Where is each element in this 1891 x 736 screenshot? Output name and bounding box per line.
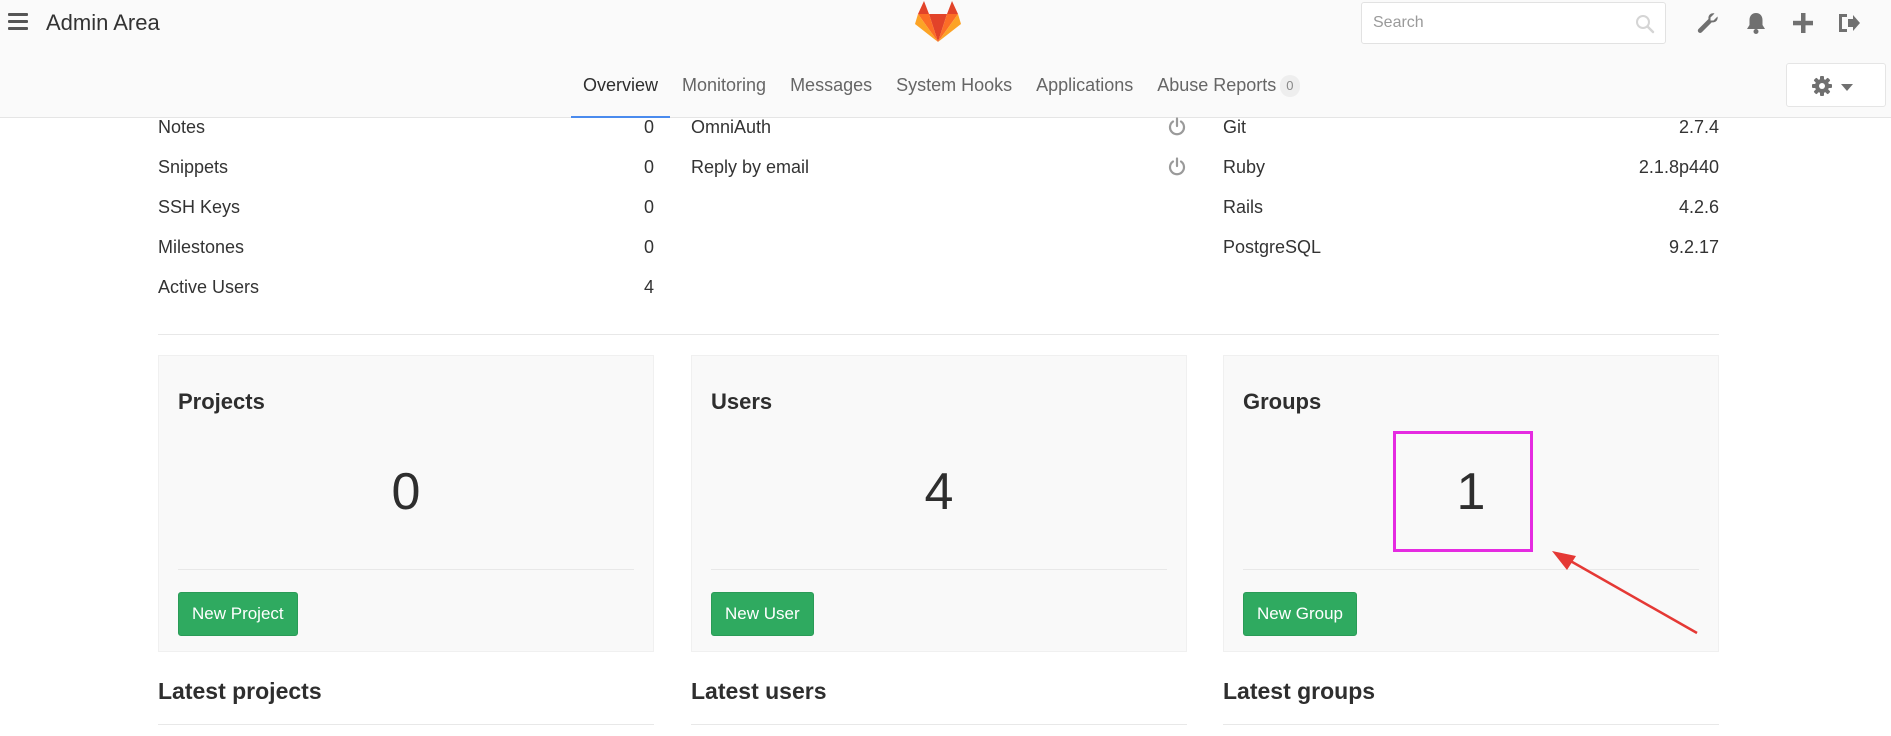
component-git: Git 2.7.4 [1223,117,1719,147]
stat-value: 4 [643,277,654,297]
component-version: 4.2.6 [1678,197,1719,217]
stat-milestones: Milestones 0 [158,237,654,267]
stat-value: 0 [643,197,654,217]
section-divider [1223,724,1719,725]
users-count: 4 [924,463,954,521]
search-box [1361,2,1666,44]
menu-icon[interactable] [8,13,30,31]
card-title: Users [711,389,773,414]
tab-system-hooks[interactable]: System Hooks [884,60,1024,118]
annotation-arrow [1552,551,1698,635]
latest-projects-heading: Latest projects [158,678,322,704]
component-label: Rails [1223,197,1264,217]
feature-label: OmniAuth [691,117,772,137]
abuse-reports-count-badge: 0 [1280,75,1300,97]
stat-value: 0 [643,237,654,257]
component-rails: Rails 4.2.6 [1223,197,1719,227]
page-title: Admin Area [46,10,160,35]
component-label: PostgreSQL [1223,237,1322,257]
caret-down-icon [1841,84,1853,91]
power-icon [1168,157,1186,176]
section-divider [691,724,1187,725]
feature-omniauth: OmniAuth [691,117,1187,147]
plus-icon[interactable] [1790,10,1816,36]
tab-messages[interactable]: Messages [778,60,884,118]
admin-tabs: Overview Monitoring Messages System Hook… [571,60,1312,118]
latest-users-heading: Latest users [691,678,827,704]
search-input[interactable] [1362,3,1622,43]
stat-snippets: Snippets 0 [158,157,654,187]
wrench-icon[interactable] [1695,10,1721,36]
component-label: Ruby [1223,157,1266,177]
power-icon [1168,117,1186,136]
component-version: 2.7.4 [1678,117,1719,137]
stat-label: Notes [158,117,206,137]
section-divider [158,334,1719,335]
settings-dropdown-button[interactable] [1786,63,1886,107]
annotation-highlight-box [1393,431,1533,552]
latest-groups-heading: Latest groups [1223,678,1376,704]
feature-reply-by-email: Reply by email [691,157,1187,187]
projects-card: Projects 0 New Project [158,355,654,652]
sign-out-icon[interactable] [1836,10,1862,36]
component-label: Git [1223,117,1247,137]
new-project-button[interactable]: New Project [178,592,298,636]
tab-overview[interactable]: Overview [571,60,671,118]
users-card: Users 4 New User [691,355,1187,652]
stat-value: 0 [643,157,654,177]
stat-active-users: Active Users 4 [158,277,654,307]
stat-label: Active Users [158,277,260,297]
tab-monitoring[interactable]: Monitoring [670,60,778,118]
stat-label: SSH Keys [158,197,241,217]
new-group-button[interactable]: New Group [1243,592,1357,636]
projects-count: 0 [391,463,421,521]
search-icon[interactable] [1635,14,1655,34]
tab-applications[interactable]: Applications [1024,60,1145,118]
section-divider [158,724,654,725]
component-version: 2.1.8p440 [1638,157,1719,177]
component-version: 9.2.17 [1668,237,1719,257]
stat-label: Milestones [158,237,245,257]
stat-notes: Notes 0 [158,117,654,147]
new-user-button[interactable]: New User [711,592,814,636]
card-divider [178,569,634,570]
feature-label: Reply by email [691,157,810,177]
tab-abuse-reports-label: Abuse Reports [1157,75,1277,95]
component-ruby: Ruby 2.1.8p440 [1223,157,1719,187]
stat-label: Snippets [158,157,229,177]
card-title: Groups [1243,389,1322,414]
stat-ssh-keys: SSH Keys 0 [158,197,654,227]
component-postgresql: PostgreSQL 9.2.17 [1223,237,1719,267]
top-navbar: Admin Area Overview Monitoring Messages … [0,0,1891,118]
gitlab-logo[interactable] [914,0,962,44]
gear-icon [1812,76,1832,96]
stat-value: 0 [643,117,654,137]
card-divider [711,569,1167,570]
bell-icon[interactable] [1743,10,1769,36]
tab-abuse-reports[interactable]: Abuse Reports 0 [1145,60,1311,118]
card-title: Projects [178,389,265,414]
